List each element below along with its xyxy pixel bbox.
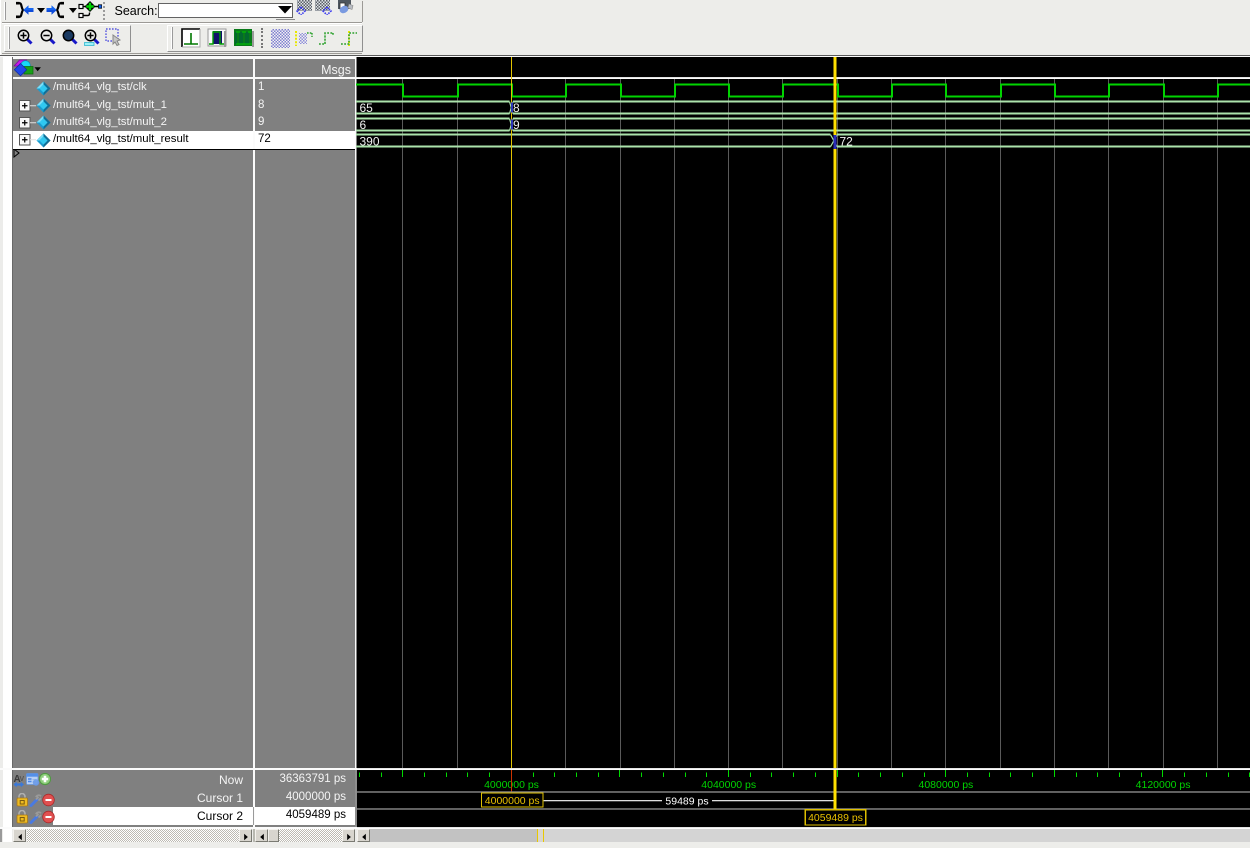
svg-text:4120000 ps: 4120000 ps: [1136, 780, 1191, 791]
svg-text:4040000 ps: 4040000 ps: [701, 780, 756, 791]
svg-text:8: 8: [513, 101, 520, 115]
svg-text:6: 6: [360, 118, 367, 132]
svg-text:72: 72: [839, 135, 853, 149]
svg-text:4059489 ps: 4059489 ps: [808, 813, 863, 824]
svg-text:V: V: [20, 776, 25, 783]
svg-text:390: 390: [360, 135, 380, 149]
svg-text:65: 65: [360, 101, 374, 115]
svg-text:4080000 ps: 4080000 ps: [918, 780, 973, 791]
svg-text:9: 9: [513, 118, 520, 132]
svg-text:59489 ps: 59489 ps: [665, 797, 708, 808]
svg-text:4000000 ps: 4000000 ps: [485, 796, 540, 807]
